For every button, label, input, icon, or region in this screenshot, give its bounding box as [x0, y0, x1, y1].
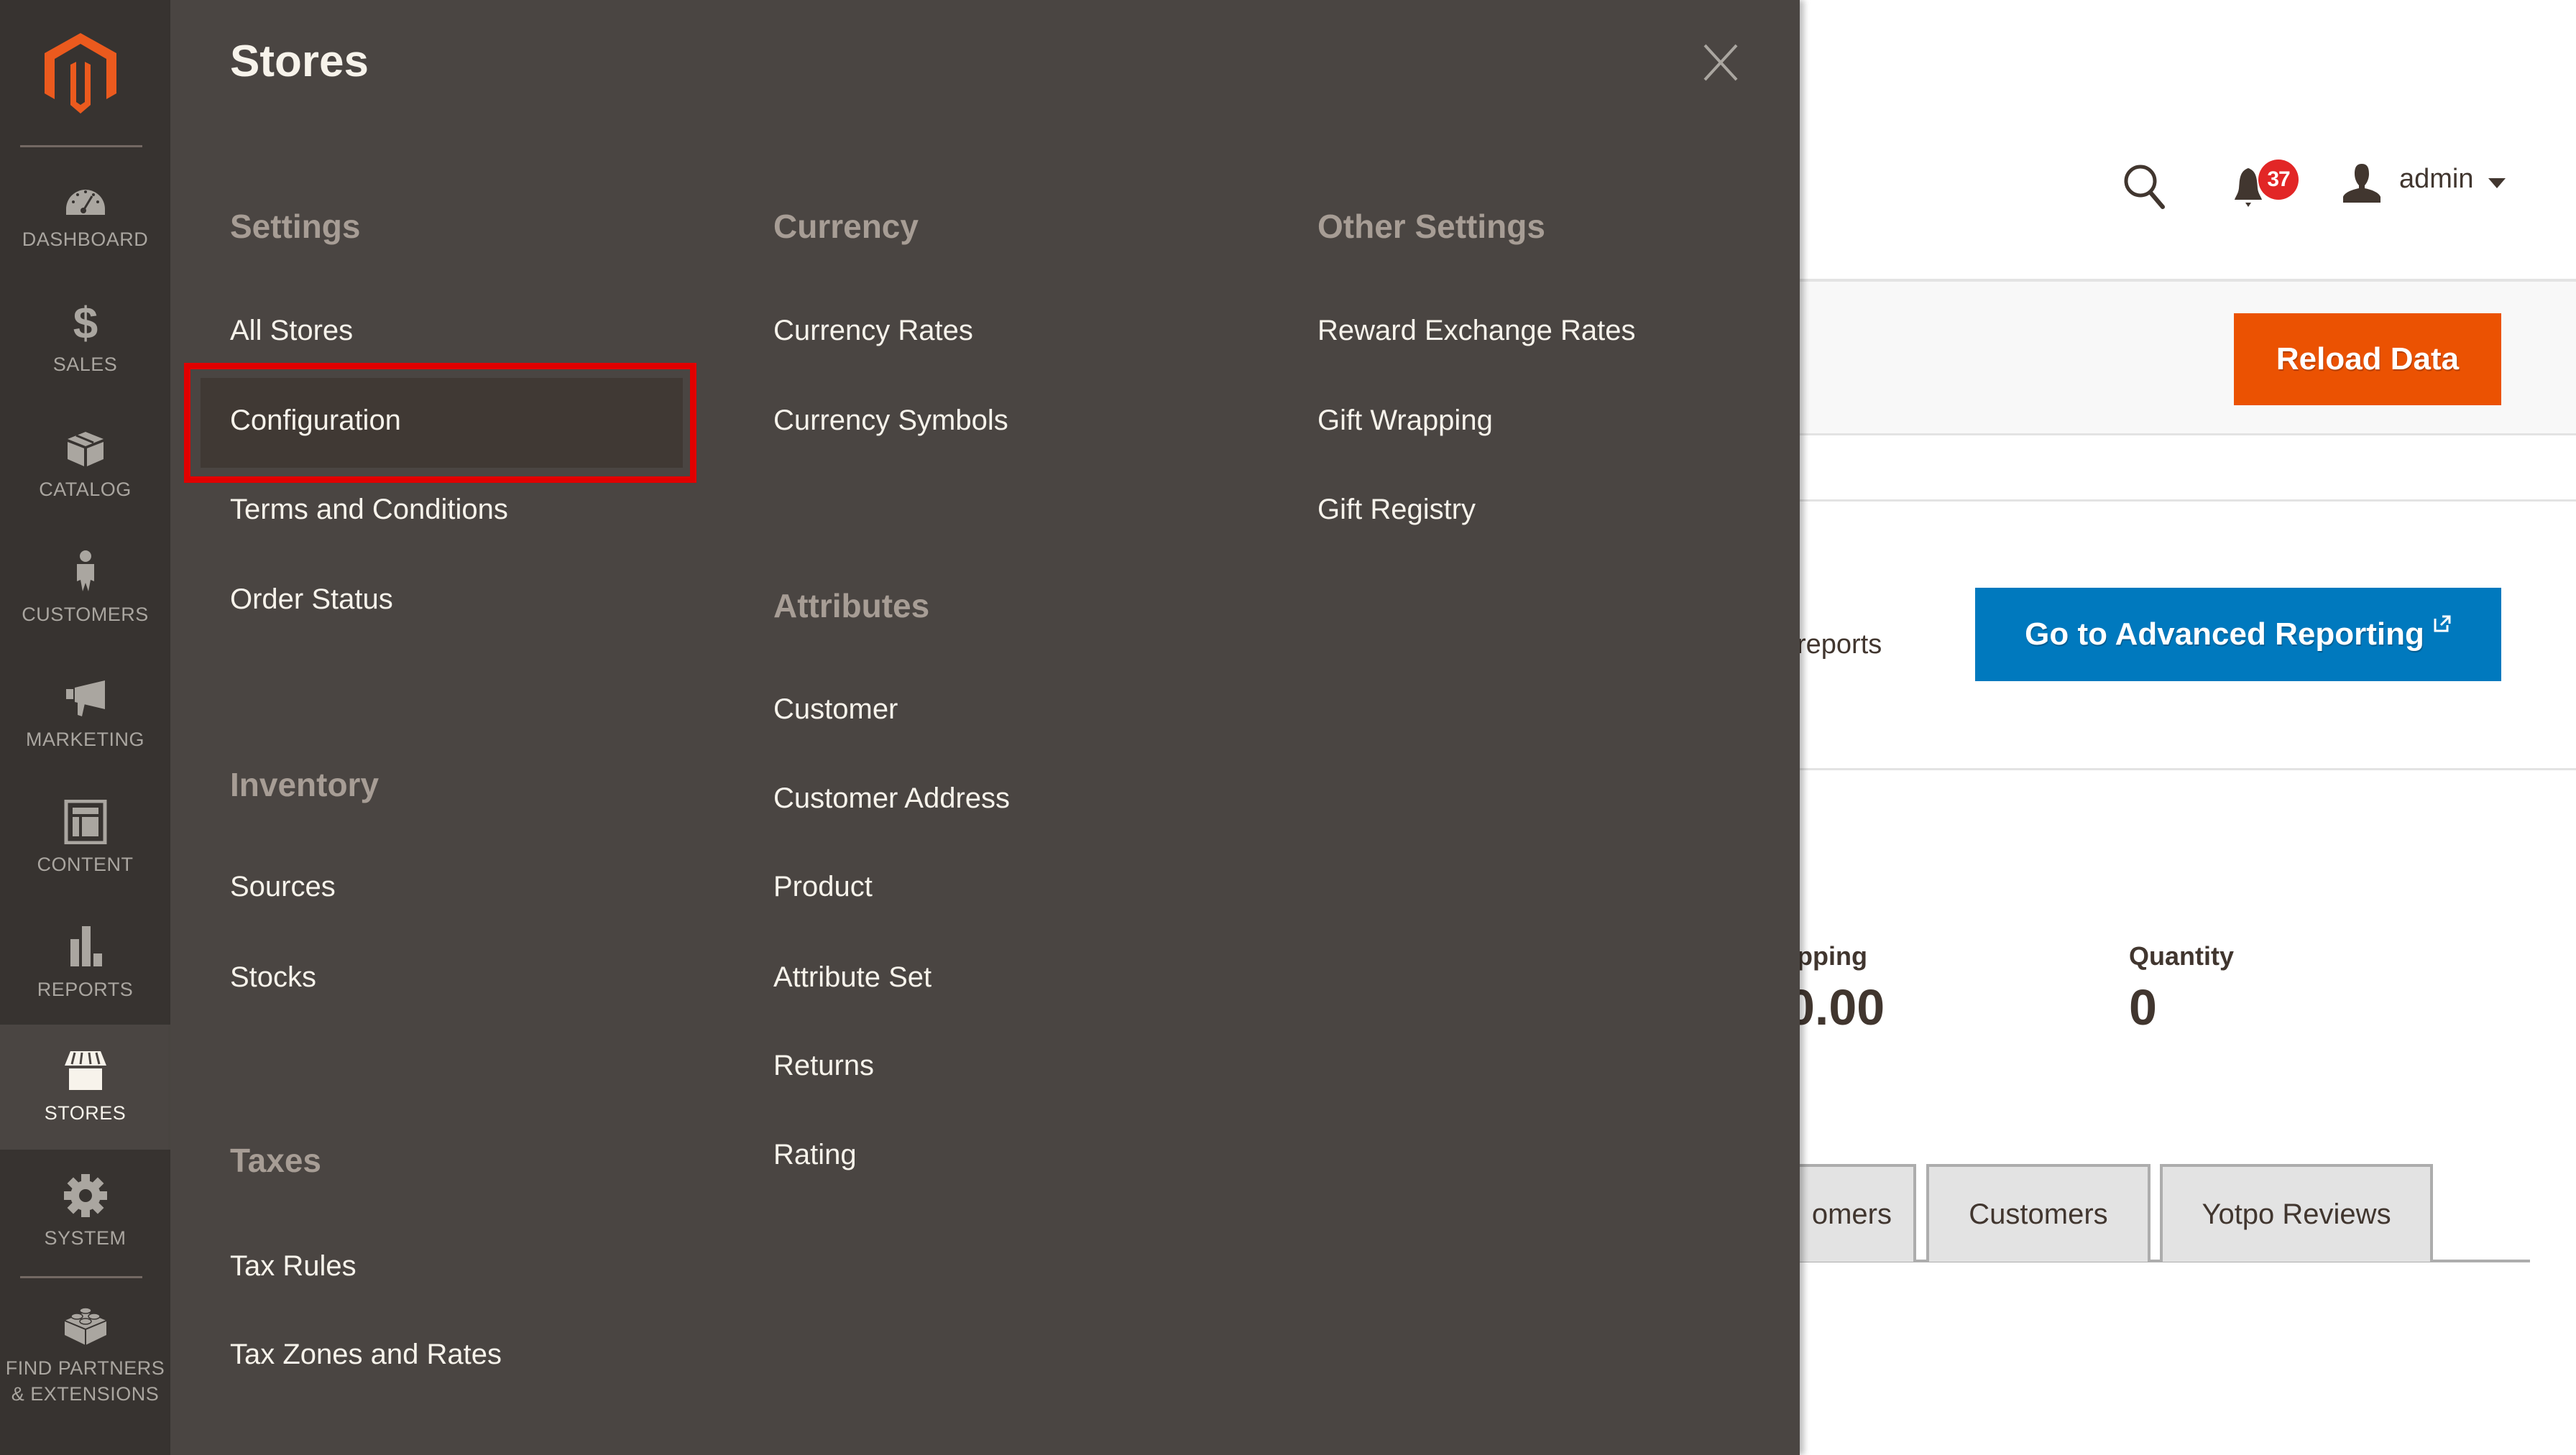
menu-item-currency-rates[interactable]: Currency Rates — [773, 315, 973, 347]
stat-label-quantity: Quantity — [2129, 941, 2235, 971]
reports-text: reports — [1797, 629, 1882, 660]
panel-title: Stores — [230, 37, 369, 86]
stat-value-shipping: 0.00 — [1787, 979, 1885, 1035]
menu-item-configuration[interactable]: Configuration — [230, 405, 401, 437]
sidebar-item-dashboard[interactable]: DASHBOARD — [0, 151, 170, 276]
menu-item-customer[interactable]: Customer — [773, 693, 898, 726]
magento-logo-icon[interactable] — [45, 33, 116, 114]
sidebar-item-customers[interactable]: CUSTOMERS — [0, 526, 170, 651]
advanced-reporting-label: Go to Advanced Reporting — [2025, 616, 2424, 652]
admin-username[interactable]: admin — [2399, 164, 2474, 195]
notification-badge[interactable]: 37 — [2258, 160, 2299, 200]
menu-item-reward-exchange-rates[interactable]: Reward Exchange Rates — [1317, 315, 1635, 347]
dashboard-gauge-icon — [65, 189, 105, 215]
dollar-icon: $ — [73, 300, 97, 344]
svg-text:$: $ — [73, 300, 97, 344]
heading-taxes: Taxes — [230, 1142, 322, 1179]
menu-item-all-stores[interactable]: All Stores — [230, 315, 353, 347]
stat-value-quantity: 0 — [2129, 979, 2157, 1035]
menu-item-order-status[interactable]: Order Status — [230, 583, 393, 616]
sidebar-item-sales[interactable]: $ SALES — [0, 276, 170, 401]
tab-yotpo-reviews[interactable]: Yotpo Reviews — [2160, 1164, 2433, 1262]
menu-item-rating[interactable]: Rating — [773, 1139, 857, 1171]
storefront-icon — [64, 1050, 106, 1090]
layout-icon — [64, 799, 106, 844]
menu-item-customer-address[interactable]: Customer Address — [773, 782, 1010, 815]
menu-item-gift-wrapping[interactable]: Gift Wrapping — [1317, 405, 1493, 437]
stat-label-shipping: ipping — [1790, 941, 1867, 971]
tab-customers[interactable]: Customers — [1926, 1164, 2150, 1262]
app-root: 37 admin Reload Data reports Go to Advan… — [0, 0, 2576, 1455]
box-icon — [67, 431, 104, 466]
menu-item-gift-registry[interactable]: Gift Registry — [1317, 494, 1476, 526]
reload-data-button[interactable]: Reload Data — [2234, 313, 2501, 405]
menu-item-attribute-set[interactable]: Attribute Set — [773, 961, 932, 994]
sidebar-divider — [20, 145, 142, 147]
admin-sidebar: DASHBOARD $ SALES CATALOG CUSTOMERS MARK… — [0, 0, 170, 1455]
heading-attributes: Attributes — [773, 587, 930, 624]
sidebar-item-content[interactable]: CONTENT — [0, 776, 170, 901]
menu-item-tax-zones-and-rates[interactable]: Tax Zones and Rates — [230, 1339, 502, 1371]
menu-item-returns[interactable]: Returns — [773, 1050, 874, 1082]
section-divider — [1800, 499, 2576, 502]
menu-item-product[interactable]: Product — [773, 871, 873, 903]
sidebar-item-find-partners[interactable]: FIND PARTNERS & EXTENSIONS — [0, 1283, 170, 1427]
menu-item-terms-and-conditions[interactable]: Terms and Conditions — [230, 494, 508, 526]
gear-icon — [63, 1173, 107, 1217]
close-icon[interactable] — [1703, 43, 1739, 82]
section-divider — [1800, 768, 2576, 770]
lego-brick-icon — [64, 1306, 106, 1345]
menu-item-sources[interactable]: Sources — [230, 871, 336, 903]
bar-chart-icon — [70, 925, 102, 966]
external-link-icon — [2434, 615, 2451, 632]
menu-item-tax-rules[interactable]: Tax Rules — [230, 1250, 356, 1283]
menu-item-currency-symbols[interactable]: Currency Symbols — [773, 405, 1008, 437]
heading-other-settings: Other Settings — [1317, 208, 1545, 245]
megaphone-icon — [65, 680, 105, 716]
user-avatar-icon[interactable] — [2342, 162, 2382, 203]
search-icon[interactable] — [2122, 162, 2166, 210]
heading-inventory: Inventory — [230, 766, 380, 803]
chevron-down-icon[interactable] — [2488, 178, 2506, 188]
sidebar-item-reports[interactable]: REPORTS — [0, 901, 170, 1026]
sidebar-item-system[interactable]: SYSTEM — [0, 1150, 170, 1275]
person-icon — [76, 550, 94, 591]
sidebar-item-stores[interactable]: STORES — [0, 1025, 170, 1150]
heading-settings: Settings — [230, 208, 361, 245]
sidebar-item-catalog[interactable]: CATALOG — [0, 401, 170, 526]
stores-menu-panel: Stores Settings All Stores Configuration… — [170, 0, 1800, 1455]
heading-currency: Currency — [773, 208, 919, 245]
sidebar-divider — [20, 1276, 142, 1278]
menu-item-stocks[interactable]: Stocks — [230, 961, 316, 994]
sidebar-item-marketing[interactable]: MARKETING — [0, 651, 170, 776]
bell-icon[interactable] — [2234, 167, 2263, 208]
advanced-reporting-button[interactable]: Go to Advanced Reporting — [1975, 588, 2501, 681]
